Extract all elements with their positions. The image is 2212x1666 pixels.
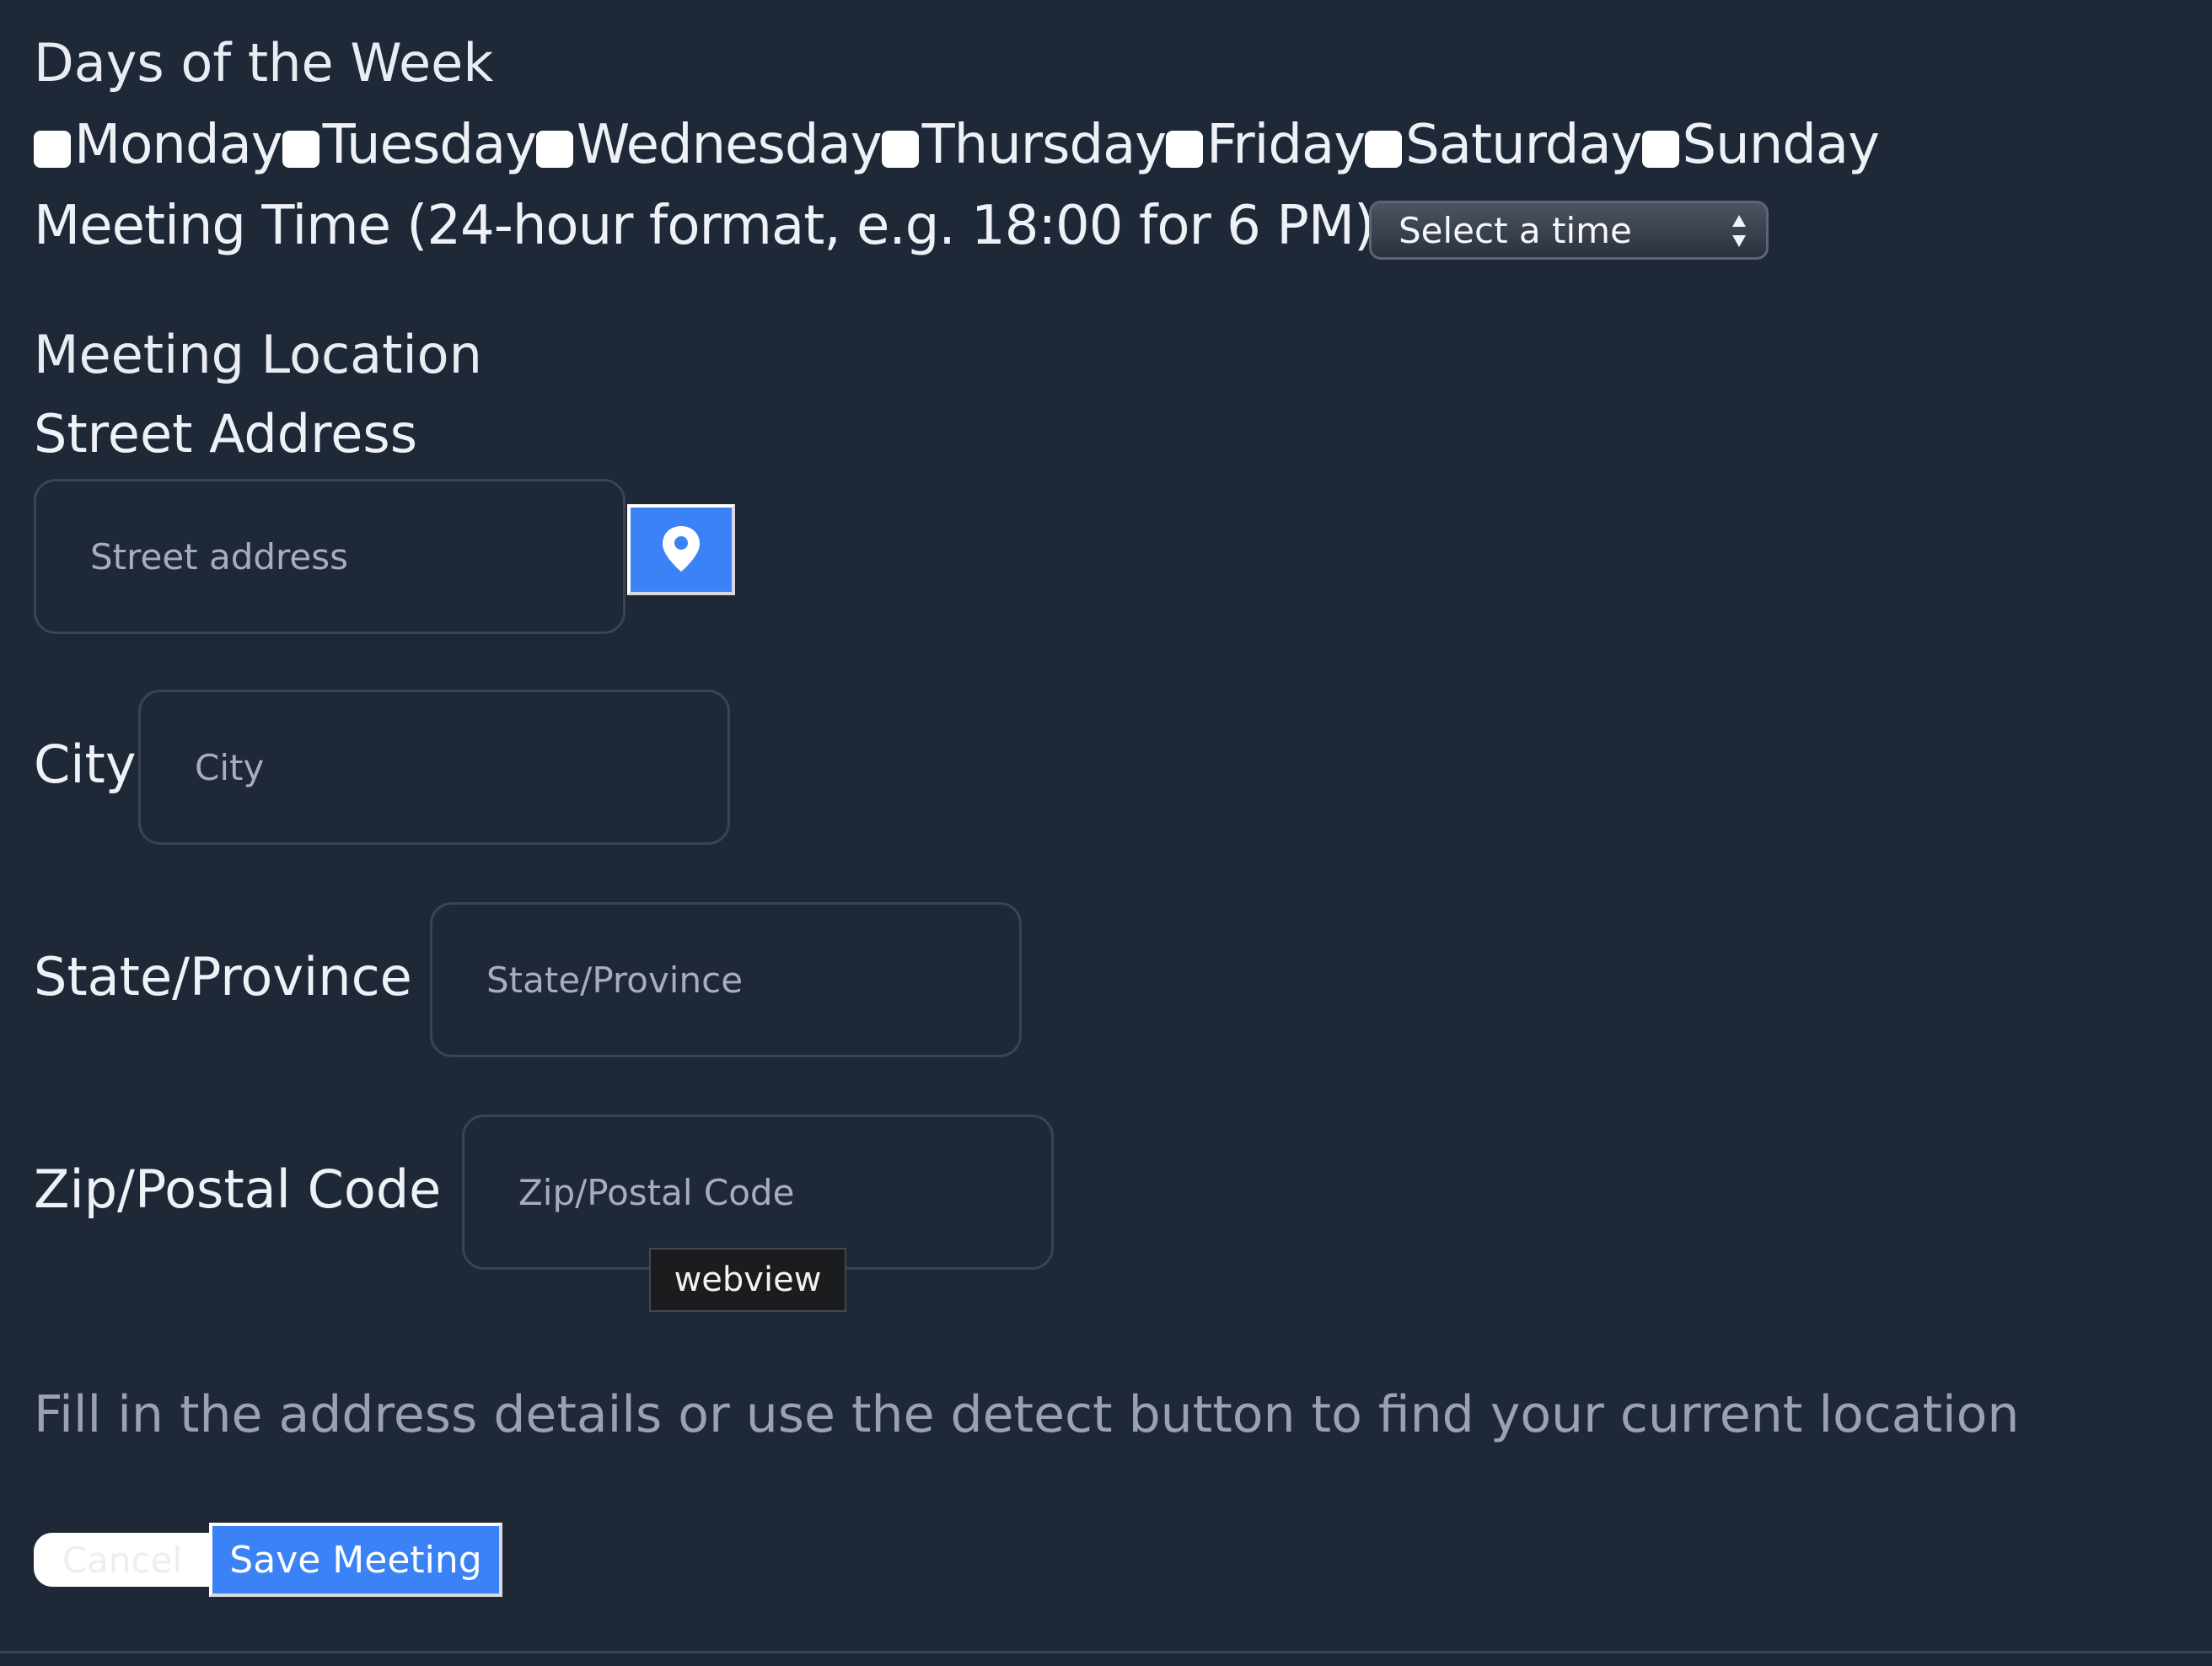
day-label-saturday: Saturday [1405, 114, 1642, 176]
street-address-input[interactable] [36, 481, 623, 631]
days-of-week-heading: Days of the Week [34, 32, 494, 94]
checkbox-tuesday[interactable] [282, 131, 319, 168]
checkbox-saturday[interactable] [1365, 131, 1403, 168]
meeting-form: Days of the Week Monday Tuesday Wednesda… [0, 0, 2212, 1666]
state-province-label: State/Province [34, 946, 412, 1008]
day-label-sunday: Sunday [1682, 114, 1880, 176]
webview-tooltip: webview [649, 1248, 846, 1312]
select-arrows-icon [1732, 215, 1746, 247]
day-label-wednesday: Wednesday [577, 114, 883, 176]
day-label-friday: Friday [1206, 114, 1366, 176]
day-saturday[interactable]: Saturday [1365, 114, 1643, 176]
day-sunday[interactable]: Sunday [1641, 114, 1880, 176]
checkbox-monday[interactable] [34, 131, 71, 168]
city-input[interactable] [141, 692, 727, 842]
cancel-button[interactable]: Cancel [34, 1533, 211, 1587]
day-tuesday[interactable]: Tuesday [282, 114, 537, 176]
day-label-tuesday: Tuesday [322, 114, 537, 176]
address-help-text: Fill in the address details or use the d… [34, 1385, 2020, 1444]
day-label-thursday: Thursday [921, 114, 1168, 176]
checkbox-thursday[interactable] [881, 131, 919, 168]
checkbox-wednesday[interactable] [536, 131, 574, 168]
zip-postal-code-field[interactable] [462, 1115, 1054, 1270]
day-wednesday[interactable]: Wednesday [536, 114, 883, 176]
meeting-time-label: Meeting Time (24-hour format, e.g. 18:00… [34, 195, 1375, 257]
day-friday[interactable]: Friday [1166, 114, 1366, 176]
state-province-input[interactable] [432, 905, 1019, 1055]
meeting-time-select[interactable]: Select a time [1369, 201, 1769, 260]
street-address-field[interactable] [34, 479, 625, 634]
detect-location-button[interactable] [627, 504, 735, 595]
meeting-location-heading: Meeting Location [34, 324, 482, 385]
city-label: City [34, 734, 137, 795]
checkbox-friday[interactable] [1166, 131, 1204, 168]
day-monday[interactable]: Monday [34, 114, 283, 176]
days-checkbox-row: Monday Tuesday Wednesday Thursday Friday… [34, 111, 1880, 179]
day-thursday[interactable]: Thursday [881, 114, 1168, 176]
checkbox-sunday[interactable] [1641, 131, 1679, 168]
street-address-label: Street Address [34, 403, 418, 465]
zip-postal-code-input[interactable] [464, 1117, 1051, 1267]
day-label-monday: Monday [74, 114, 283, 176]
map-pin-icon [663, 526, 700, 572]
city-field[interactable] [138, 690, 730, 845]
state-province-field[interactable] [430, 902, 1022, 1057]
save-meeting-button[interactable]: Save Meeting [209, 1523, 502, 1597]
bottom-divider [0, 1651, 2212, 1653]
meeting-time-select-value: Select a time [1399, 209, 1632, 251]
zip-postal-code-label: Zip/Postal Code [34, 1158, 442, 1220]
